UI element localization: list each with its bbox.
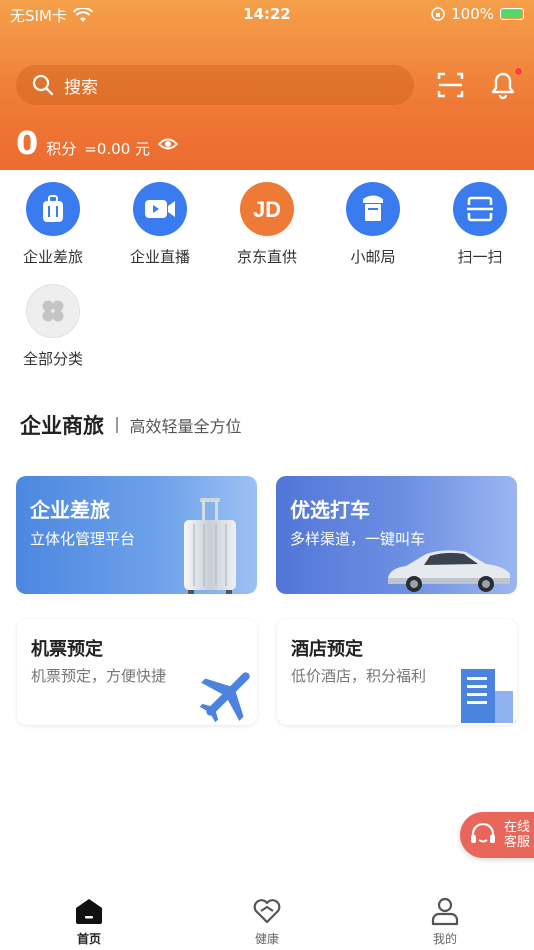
car-icon — [388, 550, 510, 592]
video-camera-icon — [133, 182, 187, 236]
scan-icon[interactable] — [436, 70, 466, 100]
airplane-icon — [199, 672, 250, 723]
quick-item-label: 企业直播 — [129, 248, 190, 266]
card-title: 酒店预定 — [291, 639, 363, 660]
status-bar: 无SIM卡 14:22 100% — [0, 0, 534, 30]
headset-icon — [471, 822, 495, 843]
suitcase-icon — [184, 498, 236, 594]
search-input[interactable]: 搜索 — [16, 65, 414, 105]
category-icon — [26, 284, 80, 338]
search-icon — [32, 74, 54, 96]
notification-dot — [514, 67, 523, 76]
search-placeholder: 搜索 — [64, 77, 98, 98]
scan-icon — [453, 182, 507, 236]
jd-icon: JD — [240, 182, 294, 236]
home-icon — [76, 899, 102, 924]
points-money: =0.00 元 — [84, 140, 151, 158]
rotation-lock-icon — [431, 7, 445, 21]
cs-line2: 客服 — [504, 835, 531, 850]
quick-item-label: 扫一扫 — [457, 248, 503, 266]
heart-icon — [253, 899, 281, 924]
section-heading: 企业商旅 高效轻量全方位 — [20, 410, 242, 440]
quick-item-all[interactable]: 全部分类 — [8, 284, 98, 369]
card-hotel[interactable]: 酒店预定 低价酒店，积分福利 — [277, 619, 517, 725]
tab-mine[interactable]: 我的 — [400, 896, 490, 947]
eye-icon[interactable] — [158, 134, 179, 154]
battery-percent: 100% — [451, 5, 494, 23]
cs-line1: 在线 — [504, 820, 531, 835]
card-flight[interactable]: 机票预定 机票预定，方便快捷 — [17, 619, 257, 725]
quick-item-label: 全部分类 — [22, 350, 83, 368]
user-icon — [431, 897, 459, 926]
divider — [116, 417, 118, 433]
card-title: 优选打车 — [290, 498, 370, 522]
battery-icon — [500, 8, 524, 20]
tab-label: 首页 — [76, 932, 101, 946]
quick-item-label: 京东直供 — [236, 248, 297, 266]
points-row: 0 积分 =0.00 元 — [16, 124, 179, 164]
card-business-travel[interactable]: 企业差旅 立体化管理平台 — [16, 476, 257, 594]
tab-bar: 首页 健康 我的 — [0, 880, 534, 950]
points-value: 0 — [16, 124, 39, 162]
quick-item-jd[interactable]: JD 京东直供 — [222, 182, 312, 267]
luggage-icon — [26, 182, 80, 236]
section-title: 企业商旅 — [20, 414, 104, 438]
header: 无SIM卡 14:22 100% 搜索 0 积分 =0.00 元 — [0, 0, 534, 170]
mailbox-icon — [346, 182, 400, 236]
card-title: 机票预定 — [31, 639, 103, 660]
card-taxi[interactable]: 优选打车 多样渠道，一键叫车 — [276, 476, 517, 594]
points-label: 积分 — [46, 140, 77, 158]
quick-item-label: 小邮局 — [350, 248, 396, 266]
customer-service-button[interactable]: 在线 客服 — [460, 812, 534, 858]
card-title: 企业差旅 — [30, 498, 110, 522]
svg-text:JD: JD — [253, 197, 281, 222]
card-subtitle: 低价酒店，积分福利 — [291, 667, 427, 685]
card-subtitle: 机票预定，方便快捷 — [31, 667, 167, 685]
tab-home[interactable]: 首页 — [44, 896, 134, 947]
quick-item-label: 企业差旅 — [22, 248, 83, 266]
quick-item-business-travel[interactable]: 企业差旅 — [8, 182, 98, 267]
quick-item-post[interactable]: 小邮局 — [328, 182, 418, 267]
status-right: 100% — [431, 5, 524, 23]
quick-item-live[interactable]: 企业直播 — [115, 182, 205, 267]
customer-service-label: 在线 客服 — [504, 820, 530, 850]
tab-label: 我的 — [432, 932, 457, 946]
card-subtitle: 立体化管理平台 — [30, 530, 136, 548]
section-subtitle: 高效轻量全方位 — [129, 417, 242, 436]
tab-health[interactable]: 健康 — [222, 896, 312, 947]
quick-item-scan[interactable]: 扫一扫 — [435, 182, 525, 267]
tab-label: 健康 — [254, 932, 279, 946]
building-icon — [461, 669, 513, 723]
